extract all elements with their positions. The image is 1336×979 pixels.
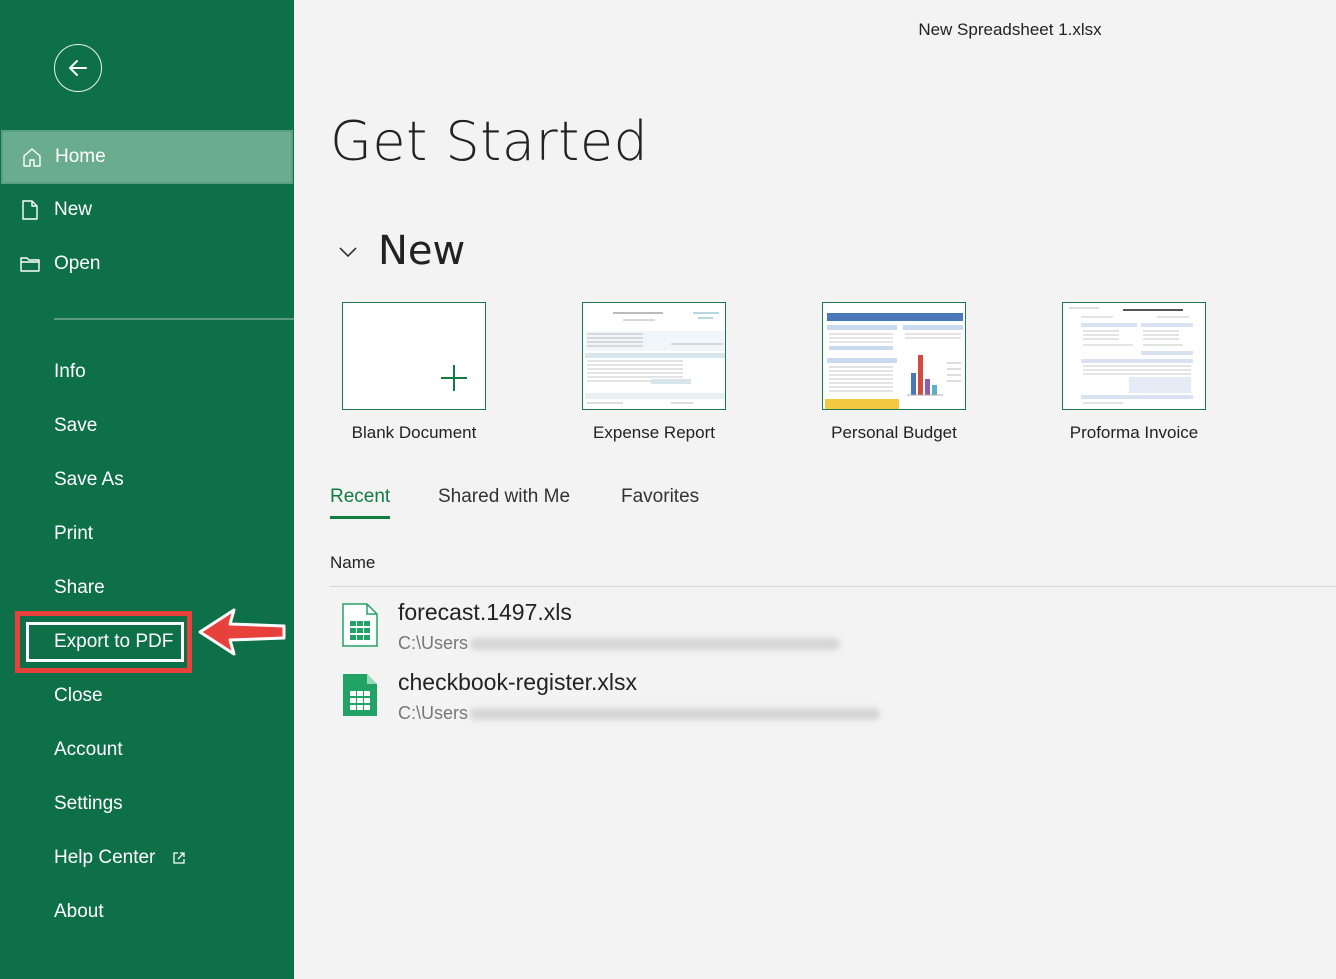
spreadsheet-file-icon	[343, 674, 377, 716]
file-path: C:\Users	[398, 703, 881, 724]
template-label: Proforma Invoice	[1069, 423, 1199, 442]
sidebar-item-print[interactable]: Print	[0, 507, 294, 561]
sidebar-item-label: Settings	[54, 793, 123, 814]
back-button[interactable]	[54, 44, 102, 92]
document-title: New Spreadsheet 1.xlsx	[918, 20, 1102, 39]
file-name: forecast.1497.xls	[398, 599, 572, 625]
sidebar-item-label: About	[54, 901, 104, 922]
proforma-invoice-thumbnail	[1063, 303, 1205, 409]
sidebar-item-help-center[interactable]: Help Center	[0, 831, 294, 885]
back-arrow-icon	[69, 60, 87, 76]
file-path: C:\Users	[398, 633, 841, 654]
file-path-text: C:\Users	[398, 703, 469, 723]
tab-recent[interactable]: Recent	[330, 486, 390, 508]
list-item[interactable]: forecast.1497.xls C:\Users	[330, 599, 1230, 665]
plus-icon	[441, 365, 467, 391]
sidebar-divider	[54, 318, 294, 320]
sidebar-item-label: Help Center	[54, 847, 156, 868]
template-personal-budget[interactable]	[822, 302, 966, 410]
active-tab-indicator	[330, 516, 390, 519]
sidebar-item-label: Save As	[54, 469, 124, 490]
folder-icon	[20, 257, 40, 272]
sidebar-item-label: Close	[54, 685, 103, 706]
redacted-path	[470, 708, 881, 721]
personal-budget-thumbnail	[823, 303, 965, 409]
sidebar-item-about[interactable]: About	[0, 885, 294, 939]
sidebar-item-home[interactable]: Home	[1, 130, 293, 184]
sidebar-item-label: Account	[54, 739, 123, 760]
sidebar-item-label: Save	[54, 415, 98, 436]
chevron-down-icon[interactable]	[336, 240, 360, 264]
expense-report-thumbnail	[583, 303, 725, 409]
template-proforma-invoice[interactable]	[1062, 302, 1206, 410]
sidebar-item-save-as[interactable]: Save As	[0, 453, 294, 507]
annotation-arrow-icon	[198, 608, 286, 656]
new-section-title: New	[378, 228, 466, 274]
template-label: Expense Report	[593, 423, 715, 442]
sidebar-item-label: Share	[54, 577, 105, 598]
sidebar-item-label: Print	[54, 523, 94, 544]
column-header-name[interactable]: Name	[330, 553, 375, 573]
file-path-text: C:\Users	[398, 633, 469, 653]
file-name: checkbook-register.xlsx	[398, 669, 638, 695]
sidebar-item-close[interactable]: Close	[0, 669, 294, 723]
template-label: Personal Budget	[831, 423, 957, 442]
sidebar-item-account[interactable]: Account	[0, 723, 294, 777]
sidebar-item-label: Home	[55, 146, 106, 167]
sidebar-item-info[interactable]: Info	[0, 345, 294, 399]
header-divider	[330, 586, 1336, 587]
tab-favorites[interactable]: Favorites	[621, 486, 699, 508]
template-label: Blank Document	[351, 423, 477, 442]
sidebar-item-save[interactable]: Save	[0, 399, 294, 453]
sidebar-item-label: Open	[54, 253, 101, 274]
tab-shared-with-me[interactable]: Shared with Me	[438, 486, 570, 508]
annotation-inner-box	[26, 622, 184, 662]
sidebar-item-new[interactable]: New	[0, 183, 294, 237]
sidebar-item-label: New	[54, 199, 93, 220]
sidebar-item-label: Info	[54, 361, 86, 382]
sidebar: Home New Open Info Save Save As Print Sh…	[0, 0, 294, 979]
home-icon	[23, 148, 41, 167]
template-expense-report[interactable]	[582, 302, 726, 410]
redacted-path	[470, 638, 841, 651]
list-item[interactable]: checkbook-register.xlsx C:\Users	[330, 669, 1230, 735]
new-document-icon	[22, 200, 38, 220]
external-link-icon	[173, 852, 185, 864]
sidebar-item-settings[interactable]: Settings	[0, 777, 294, 831]
sidebar-item-open[interactable]: Open	[0, 237, 294, 291]
template-blank-document[interactable]	[342, 302, 486, 410]
spreadsheet-file-icon	[342, 603, 378, 647]
page-title: Get Started	[330, 110, 649, 173]
